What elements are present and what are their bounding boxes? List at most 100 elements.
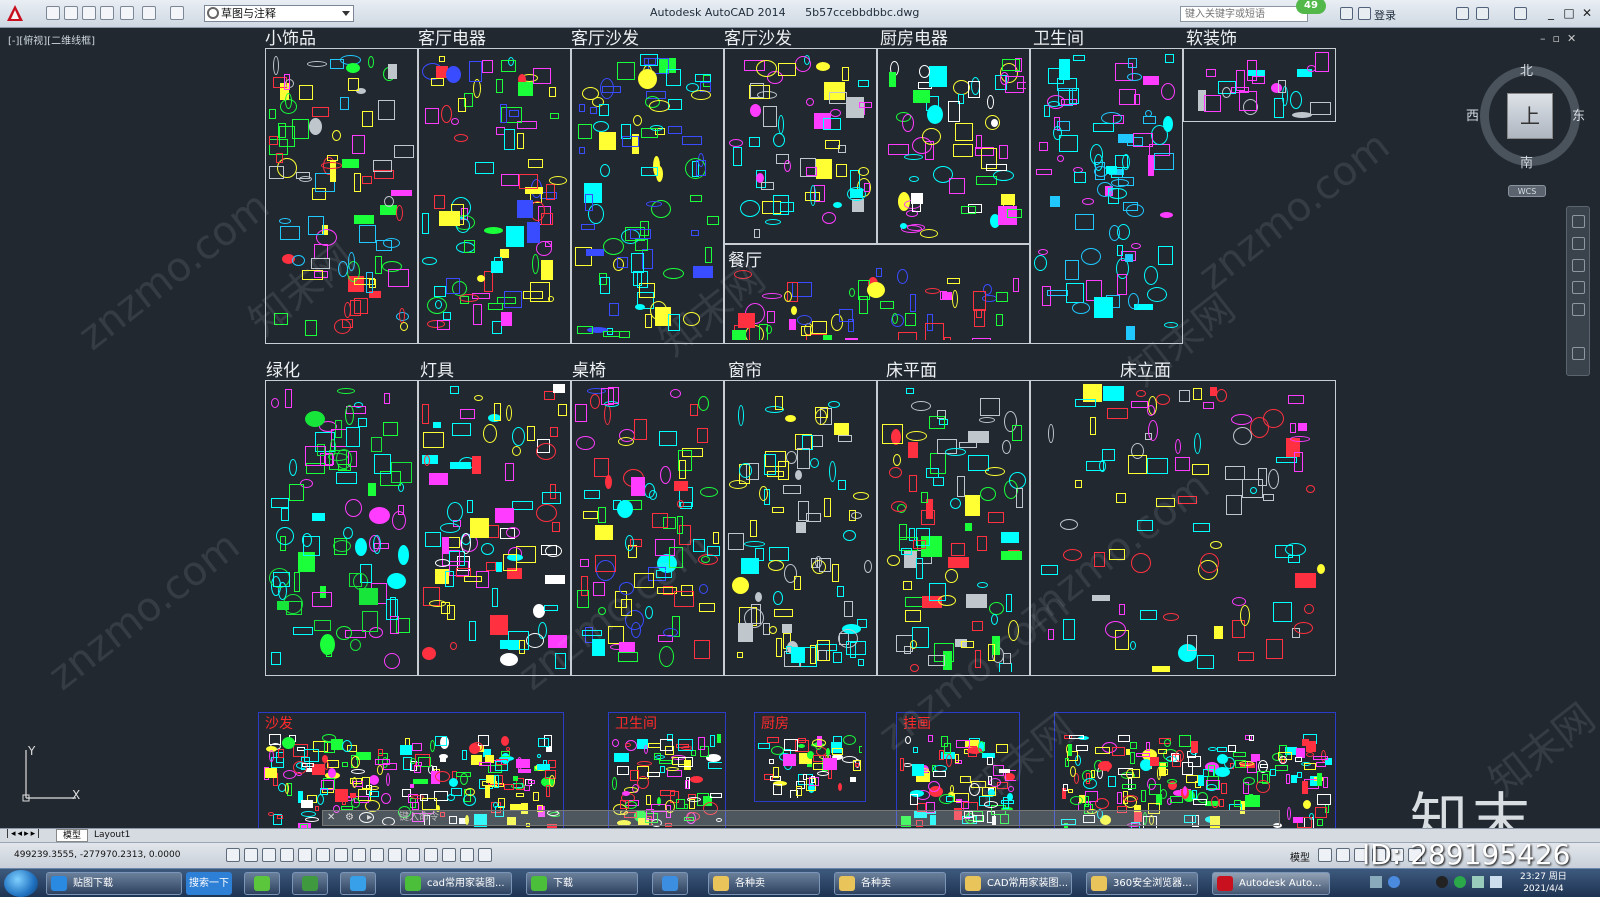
cad-block-symbol[interactable] [378, 100, 395, 120]
cad-block-symbol[interactable] [833, 202, 842, 208]
cad-block-symbol[interactable] [972, 338, 991, 340]
cad-block-symbol[interactable] [625, 743, 631, 747]
cad-block-symbol[interactable] [501, 736, 509, 746]
cad-block-symbol[interactable] [400, 745, 412, 755]
save-as-icon[interactable] [100, 6, 114, 20]
cad-block-symbol[interactable] [1164, 739, 1171, 747]
cad-block-symbol[interactable] [986, 164, 1007, 171]
cad-block-symbol[interactable] [447, 502, 463, 522]
taskbar-item-5[interactable]: CAD常用家装图... [960, 872, 1072, 895]
viewport-label[interactable]: [-][俯视][二维线框] [8, 32, 95, 47]
cad-block-symbol[interactable] [376, 240, 392, 251]
cad-block-symbol[interactable] [659, 431, 677, 446]
cad-block-symbol[interactable] [1094, 552, 1105, 567]
cad-block-symbol[interactable] [750, 520, 757, 537]
cad-block-symbol[interactable] [1249, 735, 1254, 741]
cad-block-symbol[interactable] [1211, 796, 1219, 808]
cad-block-symbol[interactable] [767, 311, 775, 323]
cad-block-symbol[interactable] [729, 139, 743, 147]
cad-block-symbol[interactable] [941, 736, 948, 747]
cad-block-symbol[interactable] [1178, 496, 1197, 504]
cad-block-symbol[interactable] [1215, 767, 1230, 777]
cad-block-symbol[interactable] [523, 291, 543, 299]
cad-block-symbol[interactable] [776, 638, 782, 657]
cad-block-symbol[interactable] [1073, 55, 1085, 61]
cad-block-symbol[interactable] [834, 423, 849, 435]
cad-block-symbol[interactable] [1012, 425, 1022, 441]
cad-block-symbol[interactable] [1105, 621, 1126, 638]
cad-block-symbol[interactable] [435, 559, 450, 567]
cad-block-symbol[interactable] [1313, 756, 1328, 760]
cad-block-symbol[interactable] [618, 652, 638, 662]
cad-block-symbol[interactable] [1160, 789, 1167, 799]
cad-block-symbol[interactable] [516, 793, 524, 797]
cad-block-symbol[interactable] [744, 541, 765, 547]
cad-block-symbol[interactable] [435, 736, 447, 746]
cad-block-symbol[interactable] [830, 109, 841, 117]
cad-block-symbol[interactable] [1092, 595, 1110, 601]
cad-block-symbol[interactable] [400, 322, 408, 331]
cad-block-symbol[interactable] [905, 736, 911, 744]
cad-block-symbol[interactable] [1278, 80, 1286, 93]
cad-block-symbol[interactable] [769, 759, 774, 764]
cad-block-symbol[interactable] [691, 230, 699, 236]
cad-block-symbol[interactable] [945, 569, 958, 583]
cad-block-symbol[interactable] [1179, 390, 1190, 402]
cad-block-symbol[interactable] [338, 464, 351, 471]
cad-block-symbol[interactable] [1163, 613, 1179, 621]
cad-block-symbol[interactable] [1036, 169, 1052, 175]
cad-block-symbol[interactable] [734, 270, 752, 279]
cad-block-symbol[interactable] [359, 225, 376, 243]
cad-block-symbol[interactable] [1122, 784, 1136, 789]
cad-block-symbol[interactable] [1214, 626, 1223, 639]
cad-block-symbol[interactable] [492, 588, 498, 607]
cad-block-symbol[interactable] [446, 66, 461, 83]
cad-block-symbol[interactable] [999, 769, 1010, 773]
cad-block-symbol[interactable] [271, 398, 279, 408]
cad-block-symbol[interactable] [912, 202, 921, 212]
cad-block-symbol[interactable] [1233, 752, 1246, 757]
cad-block-symbol[interactable] [950, 498, 961, 509]
cad-block-symbol[interactable] [500, 640, 519, 649]
cad-block-symbol[interactable] [919, 65, 930, 78]
cad-block-symbol[interactable] [470, 518, 489, 538]
cad-block-symbol[interactable] [414, 765, 421, 773]
cad-block-symbol[interactable] [789, 319, 796, 330]
cad-block-symbol[interactable] [900, 223, 907, 229]
cad-block-symbol[interactable] [1198, 775, 1204, 786]
cad-block-symbol[interactable] [999, 663, 1012, 672]
cad-block-symbol[interactable] [906, 431, 927, 441]
cad-block-symbol[interactable] [768, 560, 784, 571]
cad-block-symbol[interactable] [1070, 766, 1076, 777]
cad-block-symbol[interactable] [791, 647, 805, 663]
cad-block-symbol[interactable] [358, 418, 367, 427]
cad-block-symbol[interactable] [851, 512, 862, 519]
undo-icon[interactable] [142, 6, 156, 20]
cad-block-symbol[interactable] [1047, 95, 1065, 109]
cad-block-symbol[interactable] [1144, 266, 1158, 285]
cad-block-symbol[interactable] [1131, 553, 1151, 573]
cad-block-symbol[interactable] [577, 590, 589, 608]
cad-block-symbol[interactable] [769, 547, 789, 561]
cad-block-symbol[interactable] [482, 60, 493, 73]
cad-block-symbol[interactable] [764, 454, 776, 475]
cad-block-symbol[interactable] [527, 222, 540, 243]
cad-block-symbol[interactable] [427, 297, 447, 314]
model-space-toggle[interactable]: 模型 [1290, 849, 1310, 864]
cad-block-symbol[interactable] [806, 513, 821, 522]
volume-tray-icon[interactable] [1490, 876, 1502, 888]
cad-block-symbol[interactable] [273, 56, 279, 75]
cad-block-symbol[interactable] [965, 523, 972, 531]
cad-block-symbol[interactable] [1009, 472, 1026, 489]
cad-block-symbol[interactable] [595, 525, 613, 540]
cad-block-symbol[interactable] [822, 212, 836, 224]
cad-block-symbol[interactable] [351, 756, 360, 768]
cad-block-symbol[interactable] [504, 129, 515, 150]
cad-block-symbol[interactable] [1295, 573, 1316, 588]
cad-block-symbol[interactable] [905, 610, 921, 622]
cad-block-symbol[interactable] [1302, 781, 1308, 794]
cad-block-symbol[interactable] [289, 459, 297, 476]
cad-block-symbol[interactable] [383, 763, 397, 770]
cad-block-symbol[interactable] [1228, 745, 1236, 752]
cad-block-symbol[interactable] [384, 393, 390, 404]
